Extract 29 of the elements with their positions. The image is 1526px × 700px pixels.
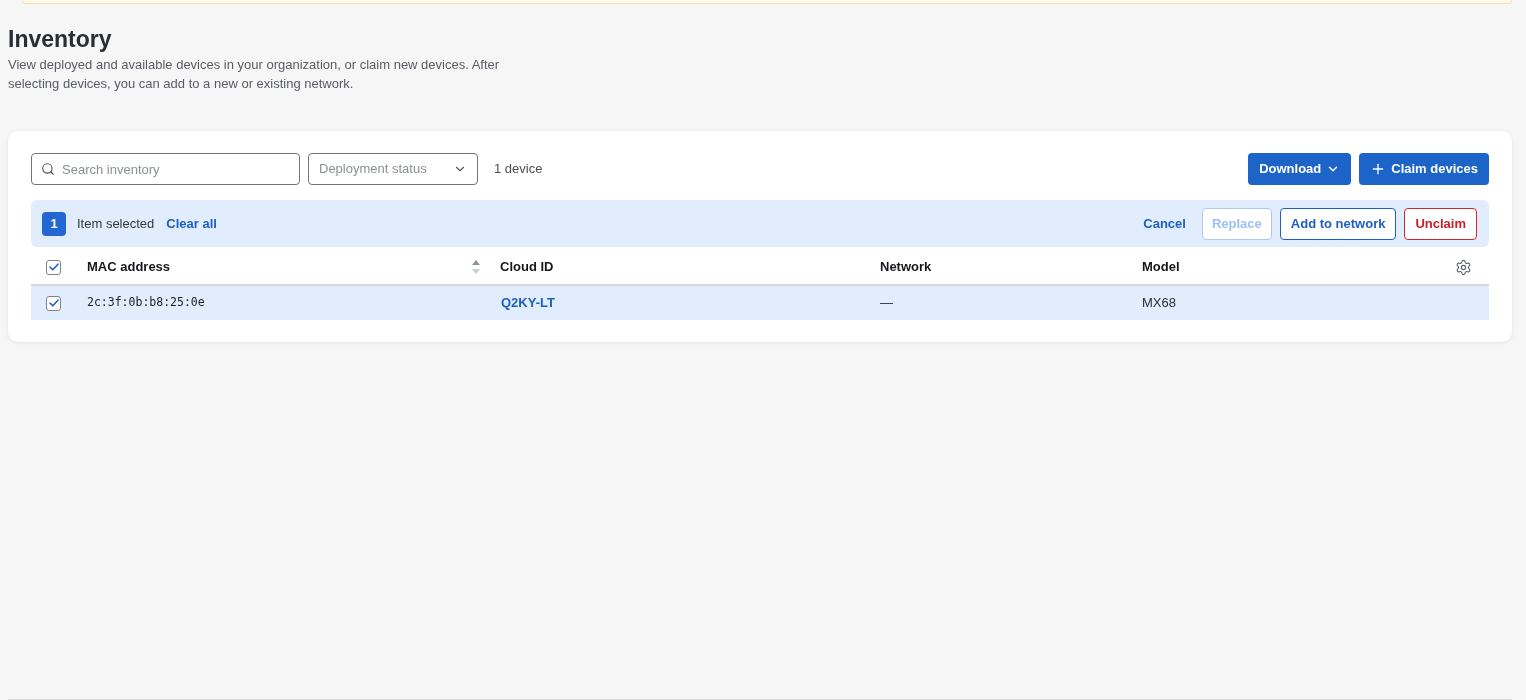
table-row[interactable]: 2c:3f:0b:b8:25:0e Q2KY-LT — MX68 (31, 286, 1489, 320)
column-header[interactable]: MAC address (87, 257, 171, 277)
column-header: Network (880, 258, 932, 277)
check-icon (48, 299, 59, 307)
column-header: Model (1142, 258, 1180, 277)
clear-all-link[interactable]: Clear all (166, 213, 217, 234)
column-header: Cloud ID (500, 258, 554, 277)
selected-count-badge: 1 (42, 211, 66, 236)
checkbox[interactable] (46, 295, 61, 311)
device-count: 1 device (494, 160, 543, 179)
settings-icon[interactable] (1455, 258, 1472, 276)
selection-label: Item selected (77, 214, 155, 233)
unclaim-button[interactable]: Unclaim (1404, 207, 1477, 240)
checkbox[interactable] (46, 259, 61, 275)
claim-devices-button[interactable]: Claim devices (1359, 153, 1489, 185)
table-cell-text: — (880, 294, 893, 313)
search-icon (41, 162, 55, 176)
cloud-id-link[interactable]: Q2KY-LT (501, 293, 555, 313)
page-title: Inventory (8, 25, 112, 53)
download-button[interactable]: Download (1248, 153, 1352, 185)
table-cell: 2c:3f:0b:b8:25:0e (87, 294, 205, 312)
page-description: View deployed and available devices in your organization, or claim new devices. After selecting devices, you can add to a new or existing network. (8, 56, 501, 93)
cancel-link[interactable]: Cancel (1135, 207, 1194, 240)
table-cell-text: MX68 (1142, 294, 1176, 313)
add-to-network-button[interactable]: Add to network (1279, 207, 1397, 240)
search-field[interactable]: Search inventory (31, 153, 300, 185)
sort-icon[interactable] (472, 260, 480, 274)
deployment-status-dropdown[interactable]: Deployment status (308, 153, 478, 185)
check-icon (48, 263, 59, 271)
